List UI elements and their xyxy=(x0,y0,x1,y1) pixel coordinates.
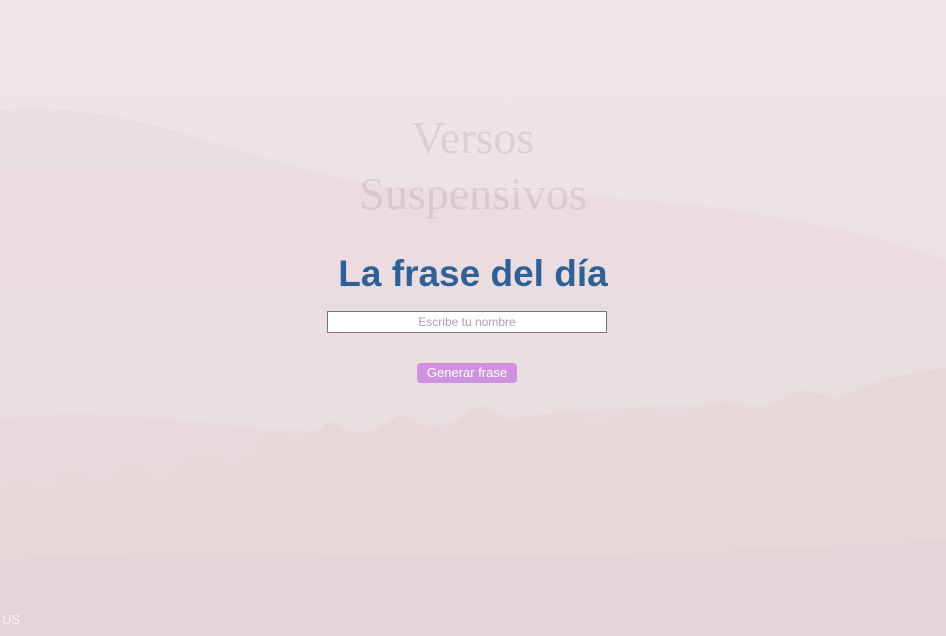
generate-phrase-button[interactable]: Generar frase xyxy=(417,363,517,383)
corner-label: US xyxy=(2,612,21,627)
site-logo: Versos Suspensivos xyxy=(0,110,946,222)
name-input[interactable] xyxy=(327,311,607,333)
logo-line-1: Versos xyxy=(411,112,535,163)
page-title: La frase del día xyxy=(338,253,608,294)
logo-line-2: Suspensivos xyxy=(359,168,587,219)
